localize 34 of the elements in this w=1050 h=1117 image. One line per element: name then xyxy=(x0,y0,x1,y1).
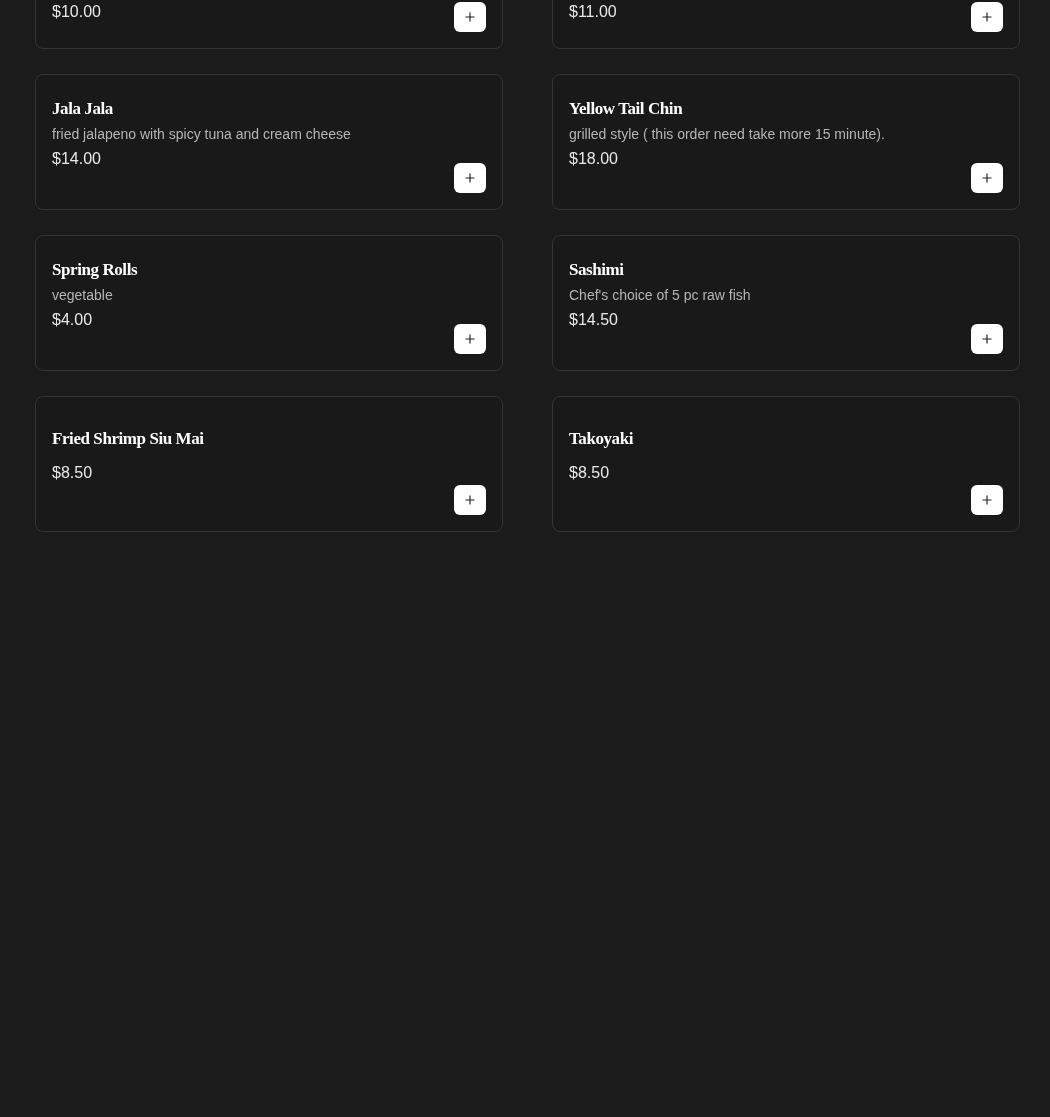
plus-icon xyxy=(980,493,994,507)
add-button[interactable] xyxy=(971,324,1003,354)
dish-title: Jala Jala xyxy=(52,98,114,120)
dish-price: $8.50 xyxy=(52,463,94,483)
dish-title: Takoyaki xyxy=(569,428,633,450)
dish-price: $14.50 xyxy=(569,310,619,330)
plus-icon xyxy=(463,171,477,185)
add-button[interactable] xyxy=(971,2,1003,32)
dish-description: fried jalapeno with spicy tuna and cream cheese xyxy=(52,125,351,144)
dish-price: $8.50 xyxy=(569,463,611,483)
add-button[interactable] xyxy=(454,324,486,354)
plus-icon xyxy=(980,332,994,346)
add-button[interactable] xyxy=(971,163,1003,193)
dish-price: $14.00 xyxy=(52,149,102,169)
dish-price: $10.00 xyxy=(52,2,101,22)
dish-price: $18.00 xyxy=(569,149,619,169)
dish-description: grilled style ( this order need take more 15 minute). xyxy=(569,125,885,144)
dish-title: Yellow Tail Chin xyxy=(569,98,684,120)
add-button[interactable] xyxy=(971,485,1003,515)
dish-price: $4.00 xyxy=(52,310,94,330)
plus-icon xyxy=(463,493,477,507)
plus-icon xyxy=(980,10,994,24)
dish-title: Fried Shrimp Siu Mai xyxy=(52,428,204,450)
plus-icon xyxy=(980,171,994,185)
add-button[interactable] xyxy=(454,2,486,32)
dish-title: Sashimi xyxy=(569,259,625,281)
dish-title: Spring Rolls xyxy=(52,259,138,281)
dish-description: Chef's choice of 5 pc raw fish xyxy=(569,286,751,305)
plus-icon xyxy=(463,332,477,346)
plus-icon xyxy=(463,10,477,24)
dish-description: vegetable xyxy=(52,286,114,305)
add-button[interactable] xyxy=(454,163,486,193)
add-button[interactable] xyxy=(454,485,486,515)
dish-price: $11.00 xyxy=(569,2,617,22)
